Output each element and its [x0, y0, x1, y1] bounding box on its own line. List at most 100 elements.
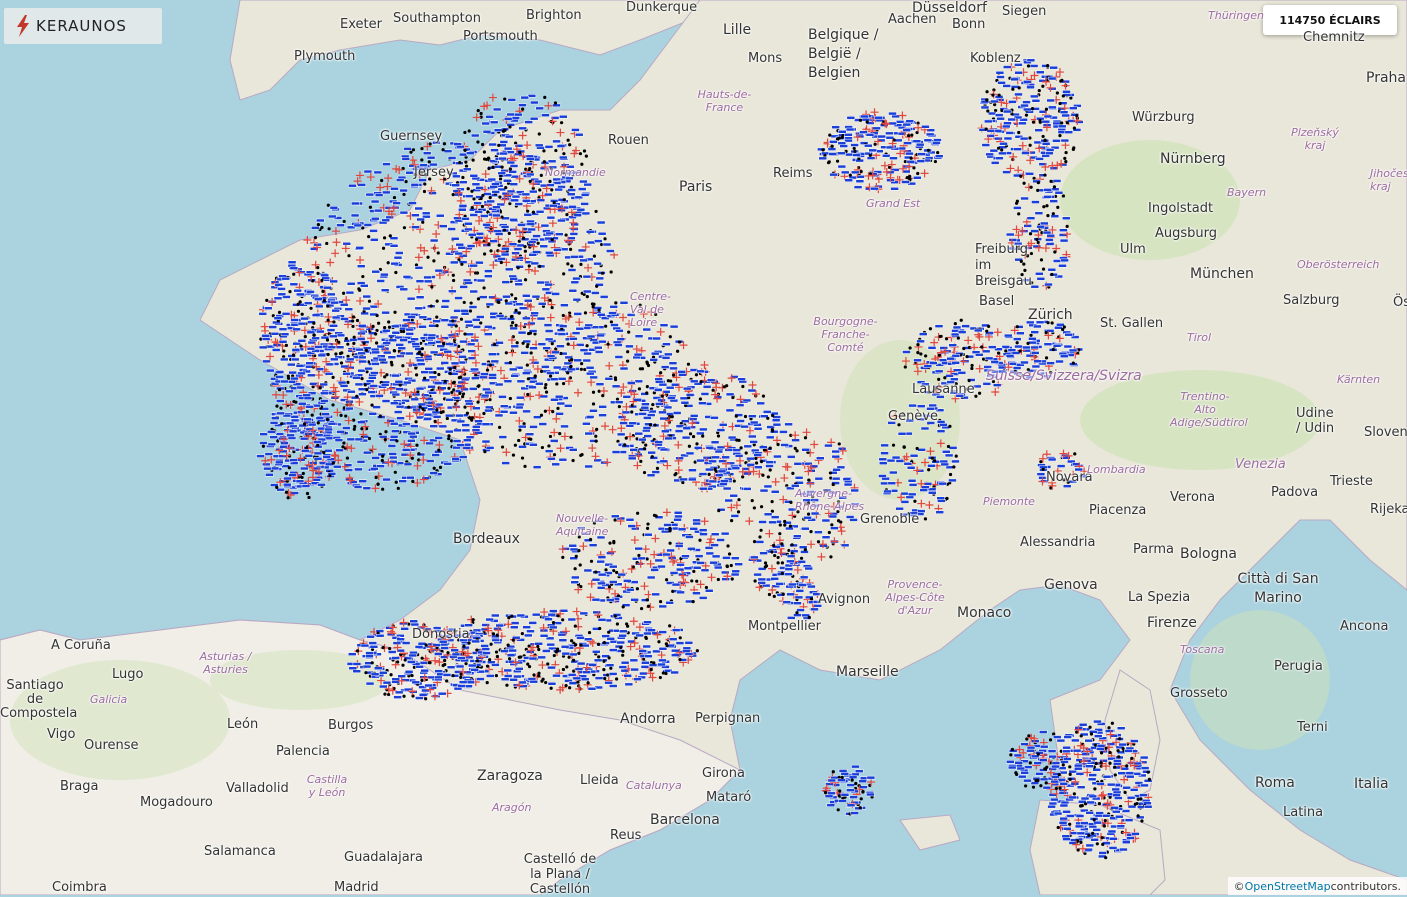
negative-strike-marker — [500, 649, 509, 653]
negative-strike-marker — [885, 131, 894, 136]
negative-strike-marker — [1055, 359, 1064, 364]
negative-strike-marker — [492, 213, 501, 218]
intracloud-strike-marker — [370, 403, 374, 407]
negative-strike-marker — [698, 596, 708, 600]
negative-strike-marker — [485, 446, 495, 450]
negative-strike-marker — [576, 207, 586, 212]
intracloud-strike-marker — [398, 383, 402, 387]
intracloud-strike-marker — [460, 262, 464, 266]
negative-strike-marker — [520, 95, 530, 100]
negative-strike-marker — [546, 354, 556, 358]
intracloud-strike-marker — [552, 453, 557, 457]
negative-strike-marker — [995, 70, 1005, 75]
intracloud-strike-marker — [678, 658, 682, 662]
intracloud-strike-marker — [766, 475, 770, 479]
negative-strike-marker — [458, 204, 468, 208]
negative-strike-marker — [458, 355, 467, 359]
intracloud-strike-marker — [417, 351, 421, 355]
intracloud-strike-marker — [729, 563, 733, 568]
intracloud-strike-marker — [977, 391, 982, 395]
intracloud-strike-marker — [664, 671, 668, 676]
negative-strike-marker — [594, 239, 603, 243]
intracloud-strike-marker — [523, 464, 527, 468]
negative-strike-marker — [737, 377, 746, 382]
negative-strike-marker — [1007, 117, 1016, 122]
negative-strike-marker — [455, 413, 464, 418]
intracloud-strike-marker — [555, 382, 559, 386]
negative-strike-marker — [736, 419, 745, 423]
negative-strike-marker — [639, 671, 648, 676]
negative-strike-marker — [368, 641, 378, 645]
negative-strike-marker — [994, 136, 1003, 141]
negative-strike-marker — [654, 558, 664, 563]
intracloud-strike-marker — [730, 518, 734, 523]
negative-strike-marker — [459, 180, 468, 184]
negative-strike-marker — [828, 152, 837, 156]
negative-strike-marker — [347, 389, 356, 394]
negative-strike-marker — [479, 375, 488, 380]
negative-strike-marker — [342, 426, 351, 430]
negative-strike-marker — [917, 448, 926, 452]
negative-strike-marker — [710, 416, 719, 420]
negative-strike-marker — [369, 304, 378, 309]
negative-strike-marker — [719, 482, 728, 486]
intracloud-strike-marker — [469, 301, 473, 305]
negative-strike-marker — [651, 592, 660, 597]
intracloud-strike-marker — [645, 385, 649, 389]
intracloud-strike-marker — [1028, 143, 1032, 147]
intracloud-strike-marker — [396, 486, 400, 490]
intracloud-strike-marker — [450, 390, 454, 394]
negative-strike-marker — [551, 462, 560, 467]
intracloud-strike-marker — [528, 331, 532, 335]
intracloud-strike-marker — [933, 459, 937, 463]
intracloud-strike-marker — [1015, 341, 1019, 345]
negative-strike-marker — [348, 652, 357, 656]
intracloud-strike-marker — [1044, 356, 1049, 360]
negative-strike-marker — [827, 147, 837, 151]
negative-strike-marker — [570, 580, 580, 585]
negative-strike-marker — [597, 313, 606, 317]
negative-strike-marker — [482, 651, 491, 655]
intracloud-strike-marker — [996, 351, 1001, 355]
negative-strike-marker — [658, 410, 667, 415]
lightning-map[interactable] — [0, 0, 1407, 895]
negative-strike-marker — [443, 462, 453, 466]
negative-strike-marker — [748, 414, 757, 418]
negative-strike-marker — [360, 643, 370, 648]
negative-strike-marker — [410, 337, 419, 342]
negative-strike-marker — [419, 661, 428, 665]
intracloud-strike-marker — [377, 321, 381, 325]
negative-strike-marker — [423, 417, 432, 421]
intracloud-strike-marker — [360, 377, 364, 381]
negative-strike-marker — [880, 451, 889, 455]
negative-strike-marker — [596, 333, 605, 338]
intracloud-strike-marker — [548, 434, 553, 439]
intracloud-strike-marker — [614, 677, 619, 681]
intracloud-strike-marker — [445, 679, 449, 683]
negative-strike-marker — [604, 680, 613, 685]
intracloud-strike-marker — [607, 585, 612, 589]
negative-strike-marker — [352, 669, 361, 673]
negative-strike-marker — [588, 663, 597, 667]
negative-strike-marker — [679, 477, 688, 482]
intracloud-strike-marker — [997, 93, 1001, 97]
intracloud-strike-marker — [933, 159, 938, 164]
intracloud-strike-marker — [791, 471, 795, 475]
intracloud-strike-marker — [927, 468, 931, 472]
negative-strike-marker — [996, 116, 1005, 121]
intracloud-strike-marker — [464, 662, 468, 666]
negative-strike-marker — [698, 401, 707, 405]
intracloud-strike-marker — [410, 673, 414, 678]
negative-strike-marker — [495, 341, 504, 345]
intracloud-strike-marker — [982, 357, 986, 361]
intracloud-strike-marker — [487, 166, 491, 171]
negative-strike-marker — [475, 260, 484, 265]
negative-strike-marker — [902, 122, 912, 127]
intracloud-strike-marker — [561, 313, 565, 318]
negative-strike-marker — [382, 477, 391, 482]
intracloud-strike-marker — [514, 297, 518, 301]
intracloud-strike-marker — [387, 320, 391, 324]
negative-strike-marker — [665, 601, 674, 605]
negative-strike-marker — [935, 510, 944, 514]
negative-strike-marker — [320, 391, 329, 396]
